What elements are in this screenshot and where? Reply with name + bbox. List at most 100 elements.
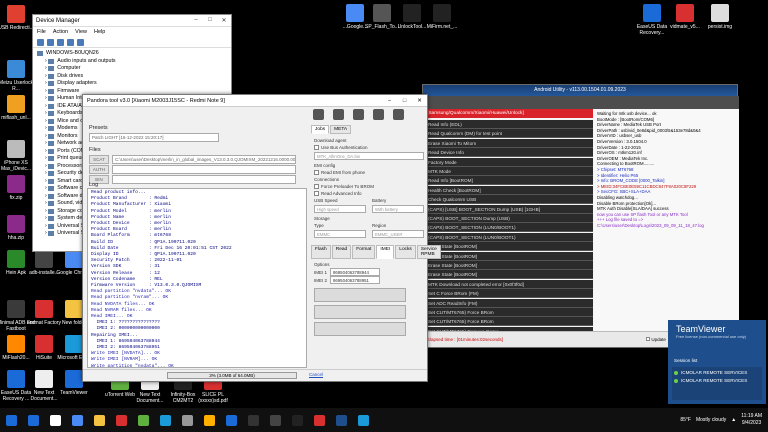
utility-action-button[interactable]: Set CUT/MT6765) Force BRom	[423, 317, 593, 327]
utility-action-button[interactable]: Factory Mode	[423, 157, 593, 167]
utility-action-button[interactable]: Set CUT/MT6765) Force BRom	[423, 308, 593, 317]
taskbar-app-icon[interactable]	[286, 409, 308, 431]
utility-action-button[interactable]: Read Device Info	[423, 148, 593, 158]
write-imei-button[interactable]	[314, 305, 406, 319]
taskbar-app-icon[interactable]	[44, 409, 66, 431]
imei2-input[interactable]: 869504063788951	[330, 276, 381, 284]
taskbar-app-icon[interactable]	[154, 409, 176, 431]
wifi-icon[interactable]: ▲	[731, 417, 736, 423]
close-icon[interactable]: ✕	[412, 98, 427, 104]
repair-imei-button[interactable]	[314, 322, 406, 336]
menu-item-file[interactable]: File	[37, 29, 46, 35]
auth-button[interactable]: AUTH	[89, 165, 109, 174]
utility-action-button[interactable]: (CAPS) [USB] BOOT_SECTION Dump (USB) [1G…	[423, 204, 593, 214]
cancel-link[interactable]: Cancel	[309, 372, 323, 377]
scatter-path-input[interactable]: C:\Users\user\Desktop\merlin_in_global_i…	[112, 155, 296, 164]
taskbar-app-icon[interactable]	[132, 409, 154, 431]
tab-locks[interactable]: Locks	[395, 245, 416, 259]
utility-action-button[interactable]: (CAPS) BOOT_SECTION (LUN0/BOOT1)	[423, 232, 593, 242]
help-icon[interactable]	[393, 109, 404, 120]
help-icon[interactable]	[67, 38, 74, 46]
taskbar-app-icon[interactable]	[176, 409, 198, 431]
desktop-icon[interactable]: fix.zip	[0, 175, 36, 201]
utility-action-button[interactable]: Set C Force BRom (FM)	[423, 289, 593, 299]
utility-action-button[interactable]: (CAPS) BOOT_SECTION (LUN0/BOOT1)	[423, 223, 593, 233]
device-category[interactable]: › Disk drives	[39, 73, 231, 81]
tab-imei[interactable]: IMEI	[376, 245, 395, 259]
forward-icon[interactable]	[47, 38, 54, 46]
scat-button[interactable]: SCAT	[89, 155, 109, 164]
tab-format[interactable]: Format	[352, 245, 376, 259]
footer-option-update[interactable]: Update	[646, 337, 666, 342]
utility-action-button[interactable]: Erase State [BootROM]	[423, 251, 593, 261]
read-imei-button[interactable]	[314, 288, 406, 302]
utility-action-button[interactable]: Read Qualcomm (DM) for test point	[423, 129, 593, 139]
device-tree-root[interactable]: WINDOWS-B0UQN26	[37, 50, 231, 58]
force-preloader-option[interactable]: Force Preloader To BROM	[314, 183, 424, 190]
taskbar-app-icon[interactable]	[242, 409, 264, 431]
taskbar-app-icon[interactable]	[308, 409, 330, 431]
taskbar-app-icon[interactable]	[264, 409, 286, 431]
clock[interactable]: 11:19 AM 9/4/2023	[741, 413, 762, 427]
read-emi-option[interactable]: Read EMI from phone	[314, 169, 424, 176]
maximize-icon[interactable]: □	[397, 98, 412, 104]
device-category[interactable]: › Audio inputs and outputs	[39, 58, 231, 66]
close-icon[interactable]: ✕	[217, 17, 231, 24]
taskbar-app-icon[interactable]	[198, 409, 220, 431]
tab-read[interactable]: Read	[331, 245, 352, 259]
facebook-icon[interactable]	[333, 109, 344, 120]
tab-flash[interactable]: Flash	[311, 245, 331, 259]
desktop-icon[interactable]: vidmate_v5...	[665, 4, 705, 30]
minimize-icon[interactable]: –	[189, 17, 203, 24]
back-icon[interactable]	[37, 38, 44, 46]
desktop-icon[interactable]: iPhone XS Max_iDevic...	[0, 140, 36, 172]
desktop-icon[interactable]: persist.img	[700, 4, 740, 30]
desktop-icon[interactable]: hha.zip	[0, 215, 36, 241]
start-button[interactable]	[0, 409, 22, 431]
settings-icon[interactable]	[313, 109, 324, 120]
utility-action-button[interactable]: Erase Xiaomi To Mitom	[423, 138, 593, 148]
utility-action-button[interactable]: (CAPS) BOOT_SECTION Dump (USB)	[423, 214, 593, 223]
taskbar-app-icon[interactable]	[220, 409, 242, 431]
tab-jobs[interactable]: Jobs	[311, 125, 330, 134]
utility-action-button[interactable]: Erase State [BootROM]	[423, 261, 593, 270]
android-utility-tabbar[interactable]: [Samsung/Qualcomm/Xiaomi/Huawei/Unlock]	[423, 109, 593, 118]
skype-icon[interactable]	[353, 109, 364, 120]
region-select[interactable]: EMMC_USER	[372, 230, 424, 238]
utility-action-button[interactable]: Health Check [BootROM]	[423, 185, 593, 195]
use-bus-auth-option[interactable]: Use Bus Authentication	[314, 144, 424, 151]
tab-meta[interactable]: META	[330, 125, 352, 134]
taskbar-app-icon[interactable]	[88, 409, 110, 431]
taskbar-app-icon[interactable]	[66, 409, 88, 431]
scan-icon[interactable]	[77, 38, 84, 46]
properties-icon[interactable]	[57, 38, 64, 46]
tab-service-rpmb[interactable]: Service RPMB	[416, 245, 441, 259]
utility-action-button[interactable]: MTK Mode	[423, 167, 593, 176]
device-category[interactable]: › Display adapters	[39, 80, 231, 88]
utility-action-button[interactable]: Check Qualcomm USB	[423, 195, 593, 205]
maximize-icon[interactable]: □	[203, 17, 217, 24]
type-select[interactable]: EMMC	[314, 230, 366, 238]
bin-path-input[interactable]	[112, 175, 296, 184]
desktop-icon[interactable]: miflash_unl...	[0, 95, 36, 121]
da-select[interactable]: MTK_AllInOne_DA.bin	[314, 152, 424, 160]
desktop-icon[interactable]: Meizu Userlock R...	[0, 60, 36, 92]
utility-action-button[interactable]: Set ADC ReadInfo (FM)	[423, 298, 593, 308]
utility-action-button[interactable]: Read Info (EDL)	[423, 120, 593, 129]
taskbar-app-icon[interactable]	[352, 409, 374, 431]
utility-action-button[interactable]: Erase State [BootROM]	[423, 242, 593, 252]
utility-action-button[interactable]: MTK Download not completed error [0x0f3f…	[423, 279, 593, 289]
desktop-icon[interactable]: MiFirm.net_...	[422, 4, 462, 30]
taskbar-app-icon[interactable]	[22, 409, 44, 431]
menu-item-action[interactable]: Action	[53, 29, 68, 35]
usb-speed-select[interactable]: High speed	[314, 205, 366, 213]
session-row[interactable]: ICMOLAR REMOTE SERVICES	[674, 377, 760, 385]
utility-action-button[interactable]: Erase State [BootROM]	[423, 270, 593, 280]
taskbar-app-icon[interactable]	[110, 409, 132, 431]
desktop-icon[interactable]: USB Redirecti...	[0, 5, 36, 31]
telegram-icon[interactable]	[373, 109, 384, 120]
minimize-icon[interactable]: –	[382, 98, 397, 104]
menu-item-help[interactable]: Help	[94, 29, 105, 35]
session-row[interactable]: ICMOLAR REMOTE SERVICES	[674, 369, 760, 377]
preset-select[interactable]: Patch LIGHT [16-12-2022 15:20:17]	[89, 133, 219, 142]
